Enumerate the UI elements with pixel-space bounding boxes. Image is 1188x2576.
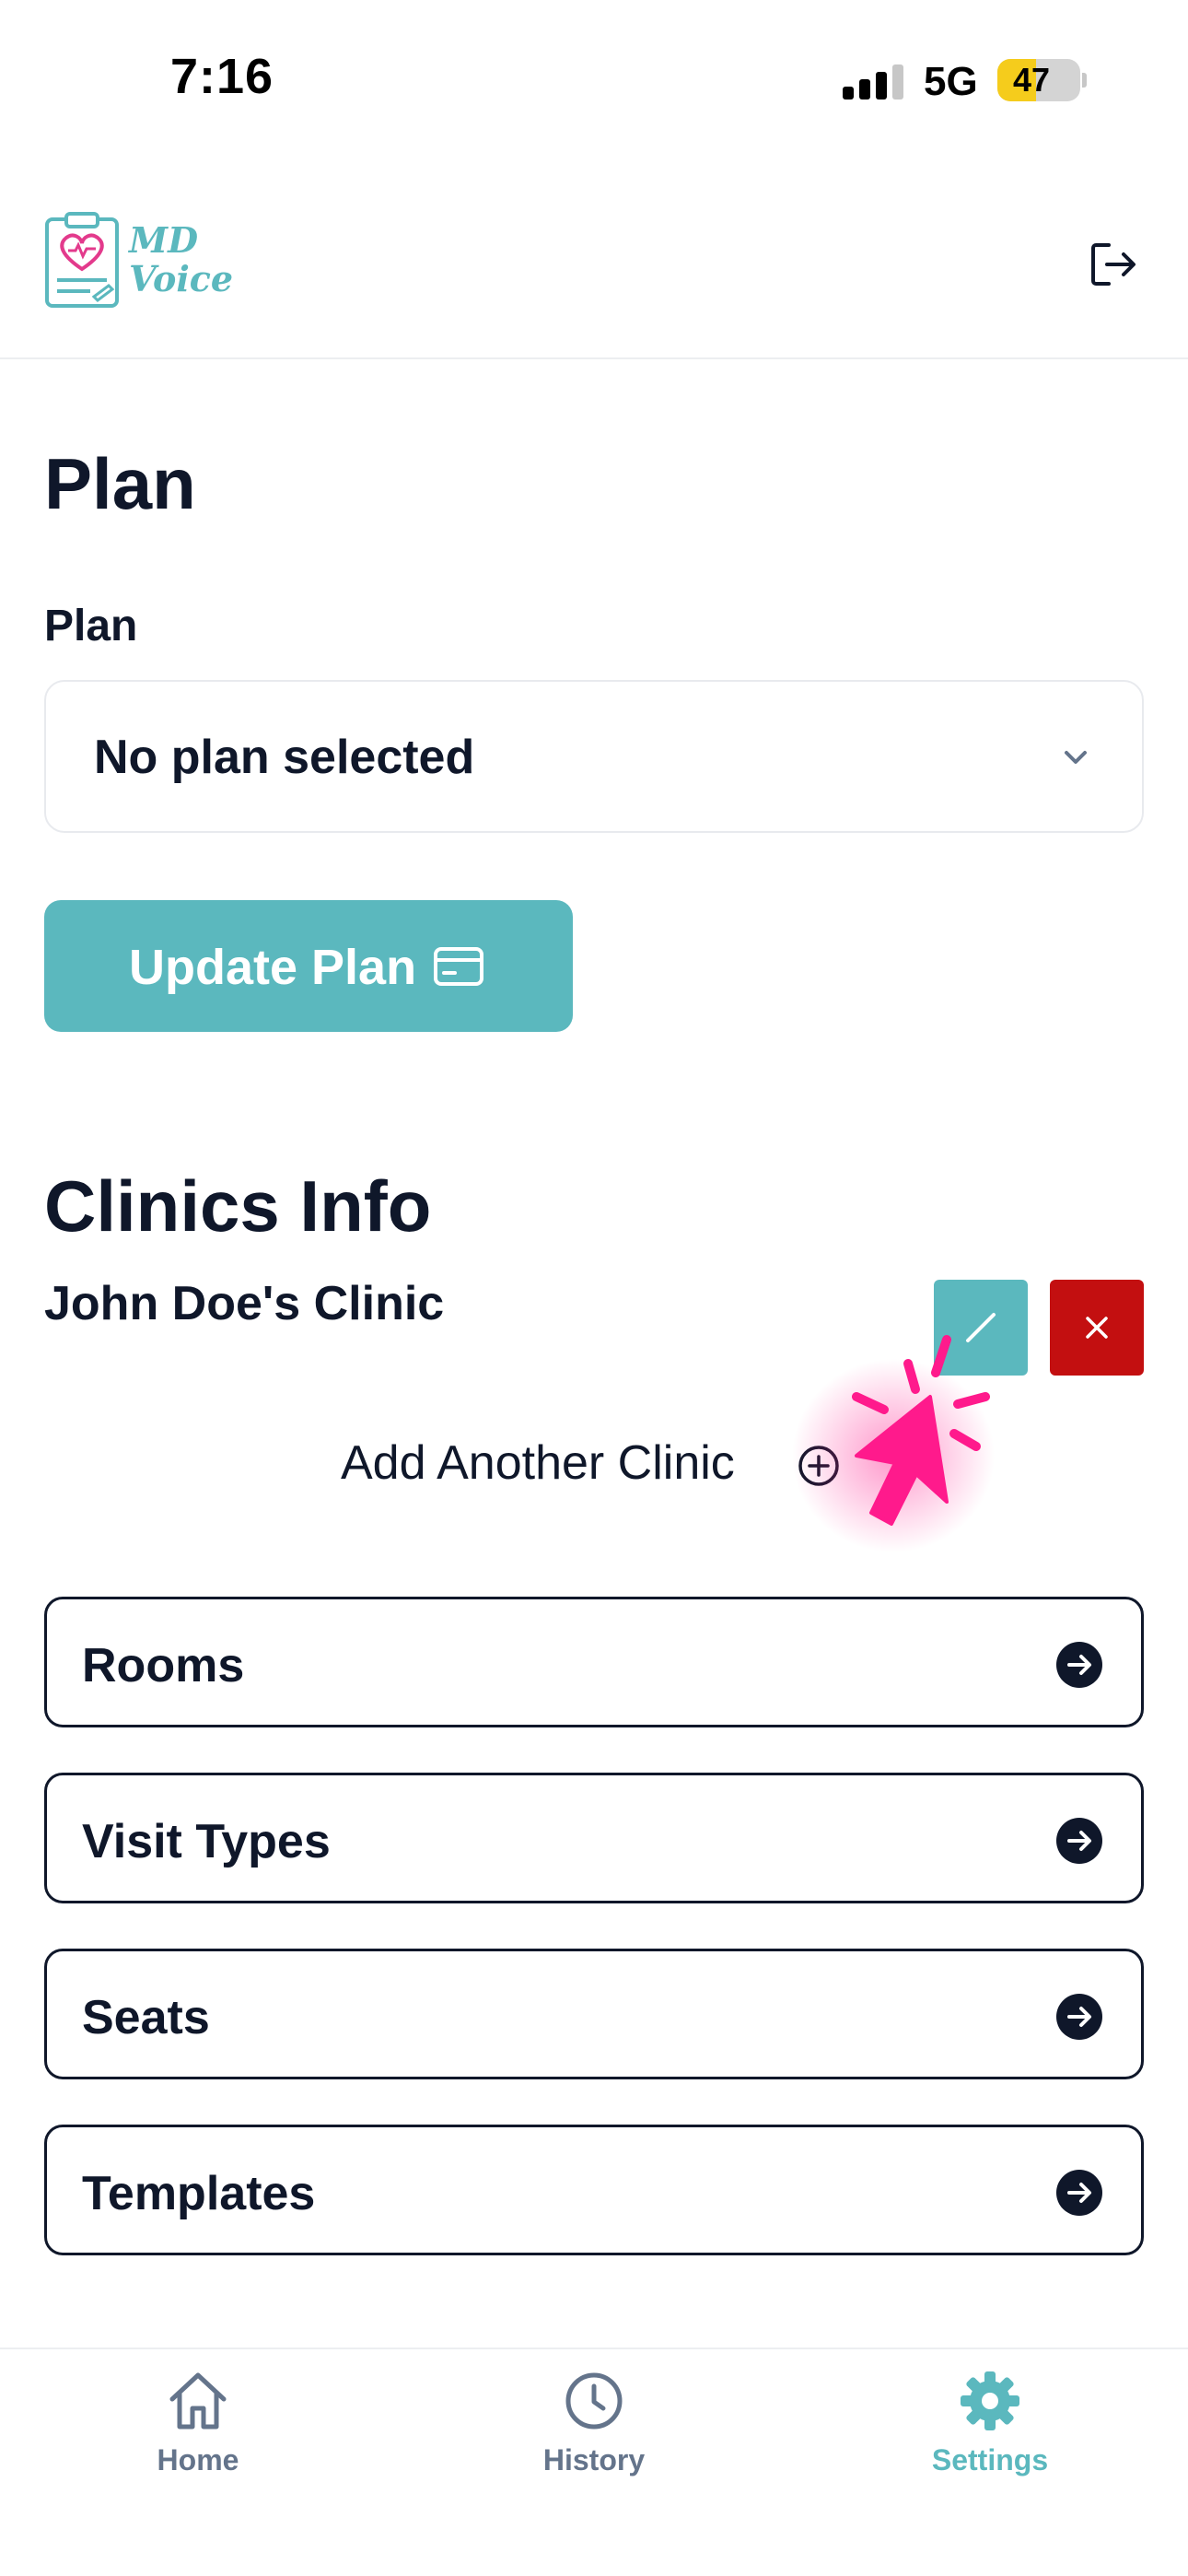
close-icon (1086, 1317, 1108, 1339)
status-bar: 7:16 5G 47 (0, 0, 1188, 161)
home-icon (169, 2372, 227, 2430)
tab-history[interactable]: History (488, 2368, 700, 2506)
tab-history-label: History (542, 2443, 646, 2476)
clock-icon (565, 2372, 623, 2430)
delete-clinic-button[interactable] (1050, 1280, 1144, 1376)
visit-types-label: Visit Types (82, 1815, 331, 1868)
tab-bar: Home History Settings (0, 2348, 1188, 2576)
logo-text-line2: Voice (129, 258, 234, 299)
templates-item[interactable]: Templates (44, 2125, 1144, 2255)
tab-home-label: Home (157, 2443, 239, 2476)
tab-home[interactable]: Home (92, 2368, 304, 2506)
arrow-right-circle-icon (1056, 2170, 1102, 2216)
tap-cursor-icon (792, 1335, 995, 1552)
plan-select-value: No plan selected (94, 731, 475, 784)
logout-icon[interactable] (1089, 240, 1138, 289)
battery-level: 47 (1012, 61, 1051, 99)
status-time: 7:16 (170, 49, 274, 104)
credit-card-icon (434, 947, 483, 986)
rooms-item[interactable]: Rooms (44, 1597, 1144, 1727)
update-plan-label: Update Plan (129, 940, 417, 995)
clipboard-heart-icon (45, 212, 119, 308)
arrow-right-circle-icon (1056, 1994, 1102, 2040)
rooms-label: Rooms (82, 1639, 245, 1692)
app-header: MD Voice (0, 161, 1188, 359)
app-logo[interactable]: MD Voice (44, 212, 233, 313)
seats-label: Seats (82, 1991, 210, 2044)
tab-settings-label: Settings (931, 2443, 1049, 2476)
arrow-right-circle-icon (1056, 1818, 1102, 1864)
battery-icon: 47 (997, 59, 1080, 101)
clinic-name: John Doe's Clinic (44, 1277, 445, 1330)
clinics-heading: Clinics Info (44, 1165, 432, 1247)
logo-text-line1: MD (129, 219, 199, 261)
network-label: 5G (924, 59, 978, 104)
battery-tip (1082, 73, 1087, 88)
add-clinic-link[interactable]: Add Another Clinic (341, 1435, 735, 1491)
update-plan-button[interactable]: Update Plan (44, 900, 573, 1032)
gear-icon (961, 2371, 1019, 2430)
visit-types-item[interactable]: Visit Types (44, 1773, 1144, 1903)
arrow-right-circle-icon (1056, 1642, 1102, 1688)
templates-label: Templates (82, 2167, 316, 2220)
signal-icon (843, 64, 903, 100)
tab-settings[interactable]: Settings (884, 2368, 1096, 2506)
logo-text: MD Voice (129, 221, 233, 299)
plan-heading: Plan (44, 443, 196, 524)
chevron-down-icon (1065, 751, 1087, 764)
plan-select[interactable]: No plan selected (44, 680, 1144, 833)
seats-item[interactable]: Seats (44, 1949, 1144, 2079)
plan-field-label: Plan (44, 602, 138, 650)
